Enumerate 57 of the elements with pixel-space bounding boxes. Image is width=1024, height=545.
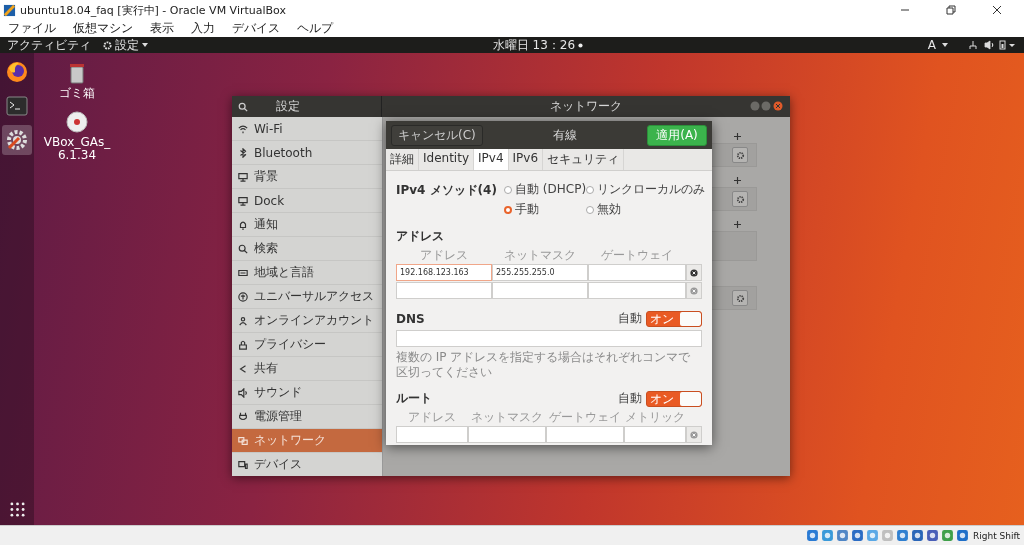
sidebar-item[interactable]: デバイス — [232, 453, 382, 476]
column-header: ネットマスク — [503, 247, 577, 264]
tab[interactable]: IPv4 — [474, 149, 509, 170]
tab[interactable]: セキュリティ — [543, 149, 625, 170]
activities-button[interactable]: アクティビティ — [7, 38, 91, 52]
input-method-indicator[interactable]: A — [927, 38, 936, 52]
tab[interactable]: IPv6 — [508, 149, 544, 170]
sidebar-item[interactable]: Wi-Fi — [232, 117, 382, 141]
hint-text: 複数の IP アドレスを指定する場合はそれぞれコンマで区切ってください — [396, 350, 692, 380]
sidebar-item[interactable]: オンラインアカウント — [232, 309, 382, 333]
sidebar-item[interactable]: Bluetooth — [232, 141, 382, 165]
column-header: ゲートウェイ — [600, 247, 674, 264]
sidebar-item[interactable]: Dock — [232, 189, 382, 213]
sidebar-item[interactable]: 通知 — [232, 213, 382, 237]
cancel-button[interactable]: キャンセル(C) — [391, 124, 483, 146]
section-heading: DNS — [396, 311, 425, 326]
radio-option[interactable]: 自動 (DHCP) — [504, 181, 586, 198]
sidebar-item[interactable]: 検索 — [232, 237, 382, 261]
toggle-switch[interactable]: オン — [646, 310, 702, 327]
menu-item[interactable]: 仮想マシン — [73, 20, 133, 37]
sidebar-item[interactable]: サウンド — [232, 381, 382, 405]
column-header: ゲートウェイ — [548, 409, 622, 426]
window-title: ネットワーク — [550, 98, 622, 115]
desktop-icon-label[interactable]: VBox_GAs_ 6.1.34 — [43, 136, 111, 163]
menu-item[interactable]: ヘルプ — [297, 20, 333, 37]
section-heading: ルート — [396, 390, 432, 407]
column-header: メトリック — [624, 409, 686, 426]
radio-option[interactable]: 無効 — [586, 201, 705, 218]
column-header: ネットマスク — [470, 409, 544, 426]
sidebar-item[interactable]: 共有 — [232, 357, 382, 381]
netmask-field[interactable]: 255.255.255.0 — [492, 264, 588, 281]
tab[interactable]: 詳細 — [386, 149, 419, 170]
sidebar-title: 設定 — [276, 98, 300, 115]
menu-item[interactable]: デバイス — [232, 20, 280, 37]
menu-item[interactable]: 表示 — [150, 20, 174, 37]
dialog-title: 有線 — [552, 126, 577, 144]
menu-item[interactable]: 入力 — [191, 20, 215, 37]
clock[interactable]: 水曜日 13：26 — [492, 38, 576, 52]
menu-item[interactable]: ファイル — [8, 20, 56, 37]
address-field[interactable]: 192.168.123.163 — [396, 264, 492, 281]
radio-option[interactable]: リンクローカルのみ — [586, 181, 705, 198]
toggle-switch[interactable]: オン — [646, 390, 702, 407]
sidebar-item[interactable]: プライバシー — [232, 333, 382, 357]
host-key-label: Right Shift — [972, 530, 1020, 541]
column-header: アドレス — [407, 409, 457, 426]
sidebar-item[interactable]: ユニバーサルアクセス — [232, 285, 382, 309]
sidebar-item[interactable]: 背景 — [232, 165, 382, 189]
auto-label: 自動 — [618, 390, 642, 407]
window-title: ubuntu18.04_faq [実行中] - Oracle VM VirtualBox — [20, 2, 286, 18]
section-heading: アドレス — [396, 228, 445, 245]
method-label: IPv4 メソッド(4) — [396, 182, 498, 199]
sidebar-item[interactable]: 地域と言語 — [232, 261, 382, 285]
auto-label: 自動 — [618, 310, 642, 327]
desktop-icon-label[interactable]: ゴミ箱 — [59, 87, 95, 101]
radio-option[interactable]: 手動 — [504, 201, 586, 218]
app-menu[interactable]: 設定 — [103, 38, 148, 52]
column-header: アドレス — [419, 247, 469, 264]
